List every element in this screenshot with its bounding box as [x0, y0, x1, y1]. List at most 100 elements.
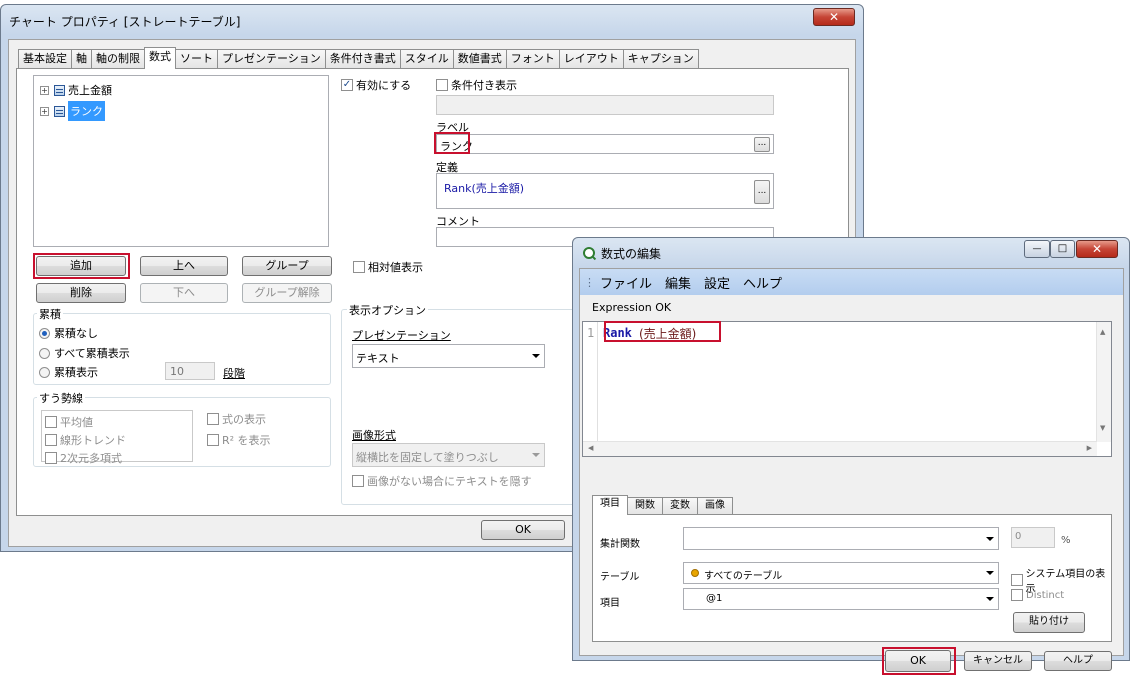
scroll-left-icon[interactable]: ◀ [588, 444, 593, 452]
checkbox-label: 画像がない場合にテキストを隠す [367, 475, 532, 488]
tab-dimension-limits[interactable]: 軸の制限 [91, 49, 145, 69]
trend-label: 平均値 [60, 416, 93, 429]
radio-full-accumulation[interactable]: すべて累積表示 [39, 345, 130, 361]
scroll-right-icon[interactable]: ▶ [1087, 444, 1092, 452]
radio-accumulate[interactable]: 累積表示 [39, 364, 98, 380]
relative-checkbox[interactable]: 相対値表示 [353, 259, 423, 275]
tree-item-rank[interactable]: + ランク [40, 101, 105, 121]
radio-no-accumulation[interactable]: 累積なし [39, 325, 98, 341]
maximize-button[interactable]: □ [1050, 240, 1075, 258]
tab-visual-cues[interactable]: 条件付き書式 [324, 49, 401, 69]
checkbox-icon [45, 434, 57, 446]
table-select[interactable]: すべてのテーブル [683, 562, 999, 584]
tab-layout[interactable]: レイアウト [558, 49, 624, 69]
table-value: すべてのテーブル [704, 571, 783, 582]
menu-edit[interactable]: 編集 [665, 273, 691, 292]
title-bar[interactable]: チャート プロパティ [ストレートテーブル] ✕ [1, 5, 863, 35]
move-up-button[interactable]: 上へ [140, 256, 228, 276]
window-title: 数式の編集 [601, 247, 662, 261]
radio-label: 累積なし [54, 327, 98, 340]
tab-fields[interactable]: 項目 [592, 495, 628, 515]
highlight-add [33, 253, 130, 279]
expand-icon[interactable]: + [40, 106, 49, 116]
move-down-button[interactable]: 下へ [140, 283, 228, 303]
highlight-code [604, 321, 721, 342]
label-input[interactable]: ランク ... [436, 134, 774, 154]
tab-images[interactable]: 画像 [697, 497, 733, 515]
tab-functions[interactable]: 関数 [627, 497, 663, 515]
radio-icon [39, 366, 50, 378]
paste-button[interactable]: 貼り付け [1013, 612, 1085, 633]
ok-button[interactable]: OK [481, 520, 565, 540]
definition-value: Rank(売上金額) [444, 182, 525, 195]
show-formula-checkbox[interactable]: 式の表示 [207, 411, 266, 427]
trend-poly2[interactable]: 2次元多項式 [45, 450, 122, 466]
definition-expand-button[interactable]: ... [754, 180, 770, 204]
percent-input[interactable]: 0 [1011, 527, 1055, 548]
group-button[interactable]: グループ [242, 256, 332, 276]
fields-panel: 集計関数 0 % テーブル すべてのテーブル システム項目の表示 項目 @1 D… [592, 514, 1112, 642]
trendline-list[interactable]: 平均値 線形トレンド 2次元多項式 [41, 410, 193, 465]
trend-linear[interactable]: 線形トレンド [45, 432, 126, 448]
hide-text-checkbox[interactable]: 画像がない場合にテキストを隠す [352, 473, 532, 489]
conditional-checkbox[interactable]: 条件付き表示 [436, 77, 517, 93]
checkbox-icon [1011, 574, 1023, 586]
steps-stepper[interactable]: 10 [165, 362, 215, 380]
checkbox-icon [207, 413, 219, 425]
menu-help[interactable]: ヘルプ [743, 273, 782, 292]
tab-font[interactable]: フォント [505, 49, 560, 69]
tab-expressions[interactable]: 数式 [144, 47, 176, 69]
aggregation-select[interactable] [683, 527, 999, 550]
help-button[interactable]: ヘルプ [1044, 651, 1112, 671]
checkbox-label: 相対値表示 [368, 261, 423, 274]
conditional-field[interactable] [436, 95, 774, 115]
ungroup-button[interactable]: グループ解除 [242, 283, 332, 303]
cancel-button[interactable]: キャンセル [964, 651, 1032, 671]
trendline-title: すう勢線 [37, 390, 85, 406]
checkbox-icon [353, 261, 365, 273]
tab-style[interactable]: スタイル [399, 49, 454, 69]
image-format-select[interactable]: 縦横比を固定して塗りつぶし [352, 443, 545, 467]
checkbox-icon [352, 475, 364, 487]
tab-sort[interactable]: ソート [175, 49, 218, 69]
highlight-label [434, 132, 470, 154]
aggregation-caption: 集計関数 [600, 539, 640, 550]
trend-average[interactable]: 平均値 [45, 414, 93, 430]
close-button[interactable]: ✕ [813, 8, 855, 26]
delete-button[interactable]: 削除 [36, 283, 126, 303]
checkbox-icon [45, 416, 57, 428]
scroll-down-icon[interactable]: ▼ [1100, 424, 1105, 432]
tab-general[interactable]: 基本設定 [18, 49, 72, 69]
gutter-divider [597, 322, 598, 442]
field-caption: 項目 [600, 598, 620, 609]
field-select[interactable]: @1 [683, 588, 999, 610]
distinct-checkbox[interactable]: Distinct [1011, 589, 1064, 601]
menu-file[interactable]: ファイル [600, 273, 652, 292]
definition-input[interactable]: Rank(売上金額) ... [436, 173, 774, 209]
scroll-up-icon[interactable]: ▲ [1100, 328, 1105, 336]
expression-tree[interactable]: + 売上金額 + ランク [33, 75, 329, 247]
chevron-down-icon [532, 354, 540, 358]
tab-presentation[interactable]: プレゼンテーション [217, 49, 326, 69]
tab-variables[interactable]: 変数 [662, 497, 698, 515]
tab-dimensions[interactable]: 軸 [71, 49, 92, 69]
grip-icon: ⋮ [584, 275, 595, 289]
horizontal-scrollbar[interactable]: ◀ ▶ [583, 441, 1097, 456]
enable-checkbox[interactable]: ✓ 有効にする [341, 77, 411, 93]
expression-status: Expression OK [592, 301, 672, 314]
vertical-scrollbar[interactable]: ▲ ▼ [1096, 322, 1111, 442]
radio-icon [39, 347, 50, 359]
minimize-button[interactable]: — [1024, 240, 1050, 258]
tab-number[interactable]: 数値書式 [452, 49, 507, 69]
show-r2-checkbox[interactable]: R² を表示 [207, 432, 271, 448]
radio-label: 累積表示 [54, 366, 98, 379]
presentation-select[interactable]: テキスト [352, 344, 545, 368]
tab-caption[interactable]: キャプション [622, 49, 699, 69]
close-button[interactable]: ✕ [1076, 240, 1118, 258]
checkbox-label: 式の表示 [222, 413, 266, 426]
menu-settings[interactable]: 設定 [704, 273, 730, 292]
label-expand-button[interactable]: ... [754, 137, 770, 152]
expand-icon[interactable]: + [40, 85, 49, 95]
tree-item-sales[interactable]: + 売上金額 [40, 81, 112, 99]
image-format-caption: 画像形式 [352, 429, 396, 442]
